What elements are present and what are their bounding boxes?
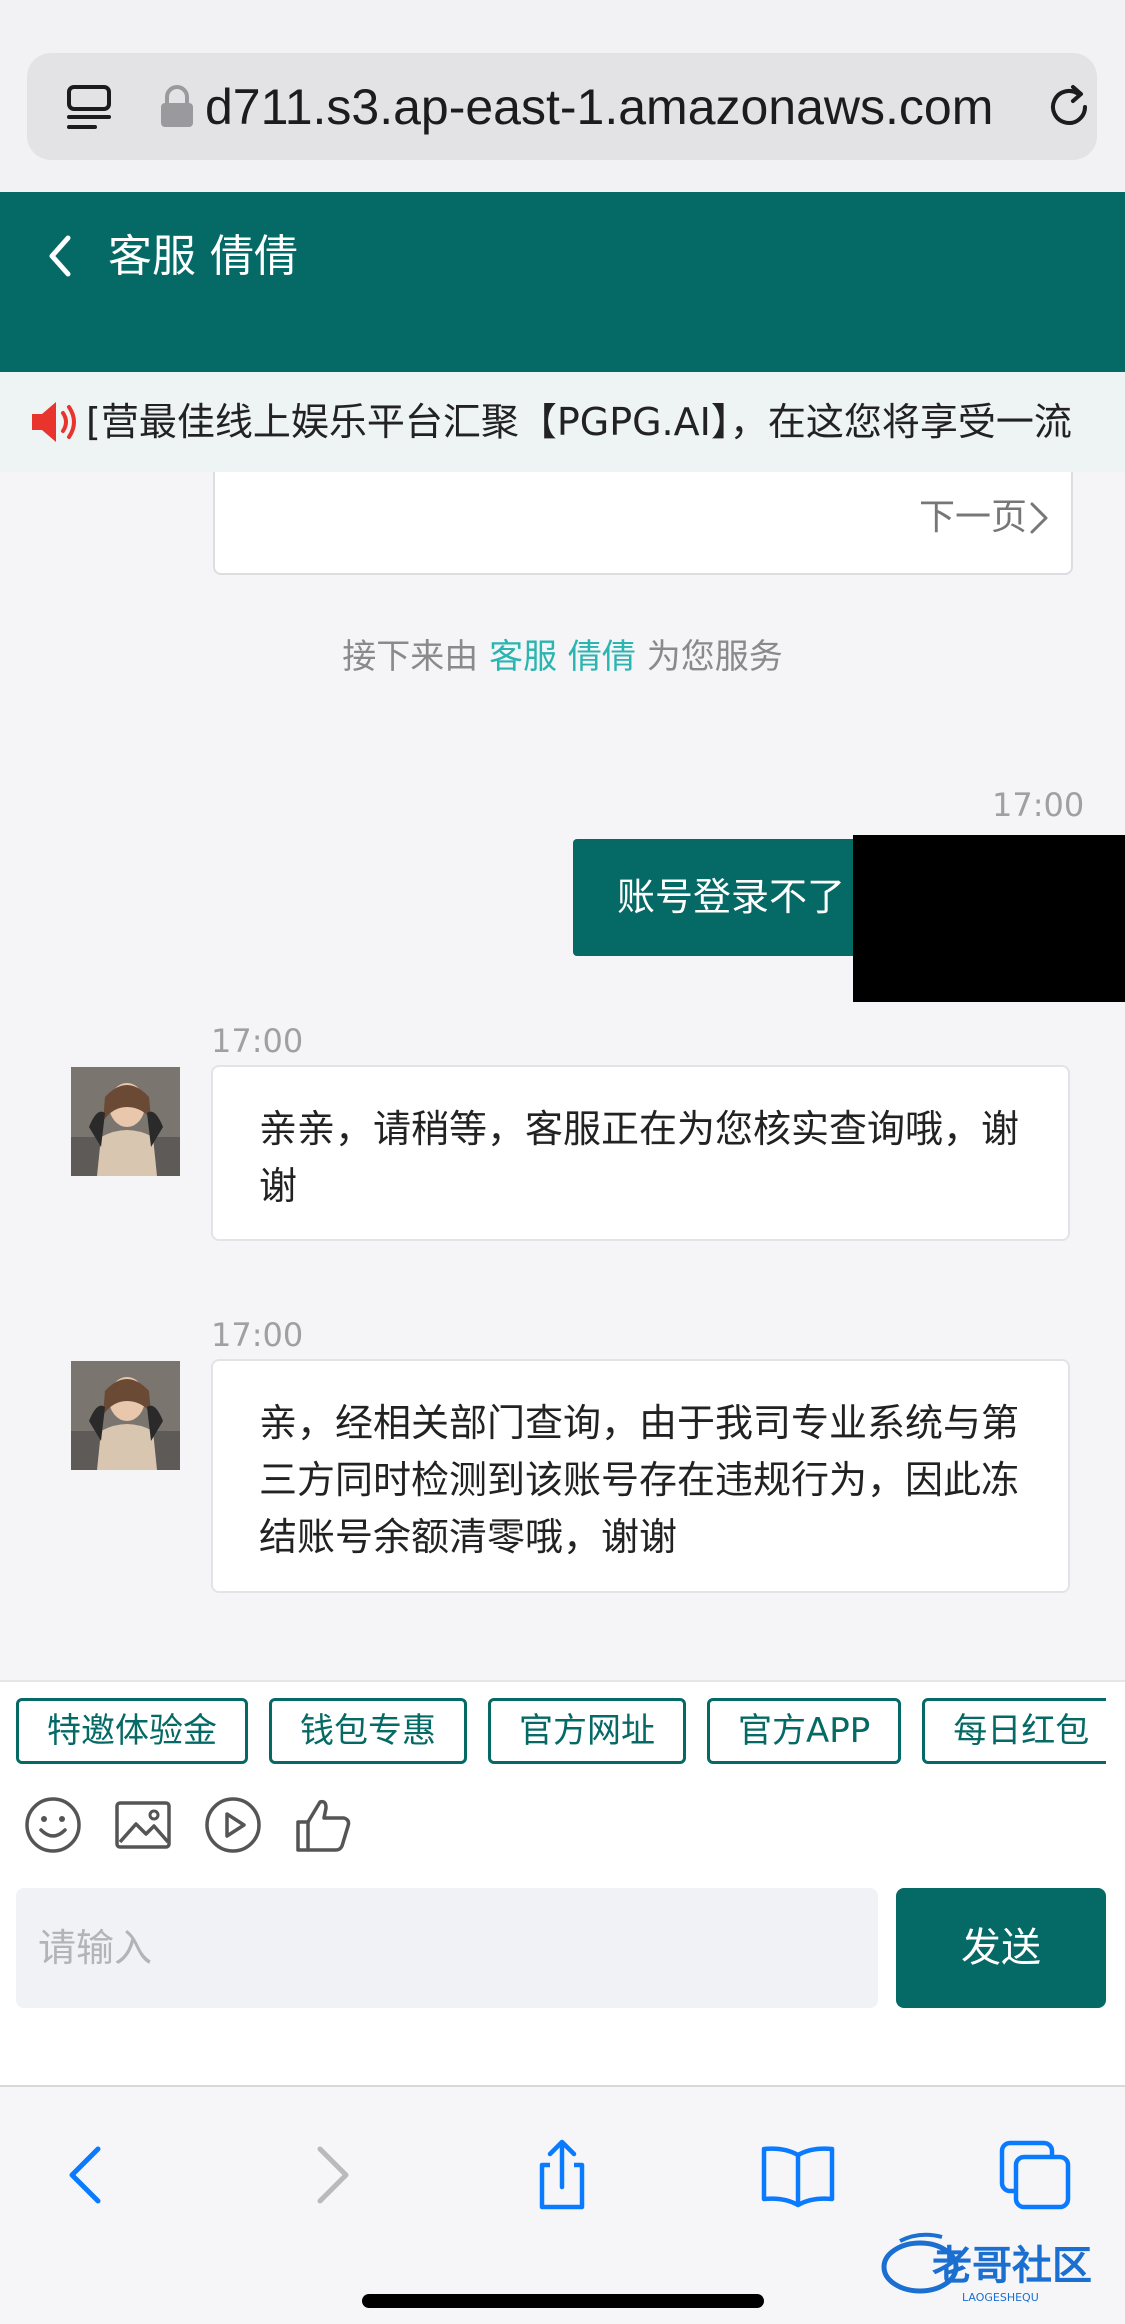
system-note-prefix: 接下来由 <box>342 637 479 677</box>
image-icon[interactable] <box>112 1794 174 1856</box>
back-arrow-icon[interactable] <box>38 228 82 284</box>
chat-header: 客服 倩倩 <box>0 192 1125 372</box>
chip-trial-bonus[interactable]: 特邀体验金 <box>16 1698 248 1764</box>
faq-card: 下一页 <box>213 472 1073 575</box>
chevron-right-icon[interactable] <box>1027 498 1051 538</box>
chip-wallet-offer[interactable]: 钱包专惠 <box>269 1698 467 1764</box>
thumbs-up-icon[interactable] <box>292 1794 354 1856</box>
svg-text:老哥社区: 老哥社区 <box>932 2243 1092 2289</box>
announcement-text: [营最佳线上娱乐平台汇聚【PGPG.AI】，在这您将享受一流 <box>86 400 1072 444</box>
message-time: 17:00 <box>211 1022 304 1060</box>
avatar <box>71 1067 180 1176</box>
svg-text:LAOGESHEQU: LAOGESHEQU <box>962 2291 1039 2304</box>
input-panel: 特邀体验金钱包专惠官方网址官方APP 每日红包 发送 <box>0 1680 1125 2085</box>
chip-official-site[interactable]: 官方网址 <box>488 1698 686 1764</box>
browser-toolbar: 老哥社区 LAOGESHEQU <box>0 2085 1125 2324</box>
send-button[interactable]: 发送 <box>896 1888 1106 2008</box>
chip-official-app[interactable]: 官方APP <box>707 1698 902 1764</box>
watermark-logo: 老哥社区 LAOGESHEQU <box>881 2232 1092 2304</box>
lock-icon <box>161 85 193 127</box>
home-indicator <box>362 2294 764 2308</box>
address-bar[interactable]: d711.s3.ap-east-1.amazonaws.com <box>27 53 1097 160</box>
page-title: 客服 倩倩 <box>108 231 298 282</box>
redaction-box <box>853 835 1125 1002</box>
video-icon[interactable] <box>202 1794 264 1856</box>
chip-daily-red-packet[interactable]: 每日红包 <box>922 1698 1106 1764</box>
chat-area[interactable]: 下一页 接下来由 客服 倩倩 为您服务 17:00 账号登录不了 17:00 亲… <box>0 472 1125 1680</box>
reader-icon[interactable] <box>61 79 117 135</box>
message-time: 17:00 <box>992 786 1085 824</box>
back-icon[interactable] <box>48 2135 128 2215</box>
outgoing-message: 账号登录不了 <box>573 839 863 956</box>
emoji-icon[interactable] <box>22 1794 84 1856</box>
system-note-suffix: 为您服务 <box>646 637 783 677</box>
forward-icon[interactable] <box>290 2135 370 2215</box>
browser-address-area: d711.s3.ap-east-1.amazonaws.com <box>0 0 1125 192</box>
next-page-link[interactable]: 下一页 <box>919 494 1027 542</box>
avatar <box>71 1361 180 1470</box>
system-note: 接下来由 客服 倩倩 为您服务 <box>0 634 1125 680</box>
bookmarks-icon[interactable] <box>758 2135 838 2215</box>
url-text[interactable]: d711.s3.ap-east-1.amazonaws.com <box>205 75 1035 139</box>
share-icon[interactable] <box>522 2135 602 2215</box>
incoming-message: 亲，经相关部门查询，由于我司专业系统与第三方同时检测到该账号存在违规行为，因此冻… <box>211 1359 1070 1593</box>
tabs-icon[interactable] <box>996 2135 1076 2215</box>
message-input[interactable] <box>16 1888 878 2008</box>
reload-icon[interactable] <box>1039 77 1099 137</box>
quick-actions: 特邀体验金 钱包专惠 官方网址 官方APP 每日红包 <box>16 1698 1106 1768</box>
message-time: 17:00 <box>211 1316 304 1354</box>
speaker-icon <box>32 402 76 442</box>
system-note-agent: 客服 倩倩 <box>489 637 636 677</box>
incoming-message: 亲亲，请稍等，客服正在为您核实查询哦，谢谢 <box>211 1065 1070 1241</box>
announcement-bar: [营最佳线上娱乐平台汇聚【PGPG.AI】，在这您将享受一流 <box>0 372 1125 472</box>
